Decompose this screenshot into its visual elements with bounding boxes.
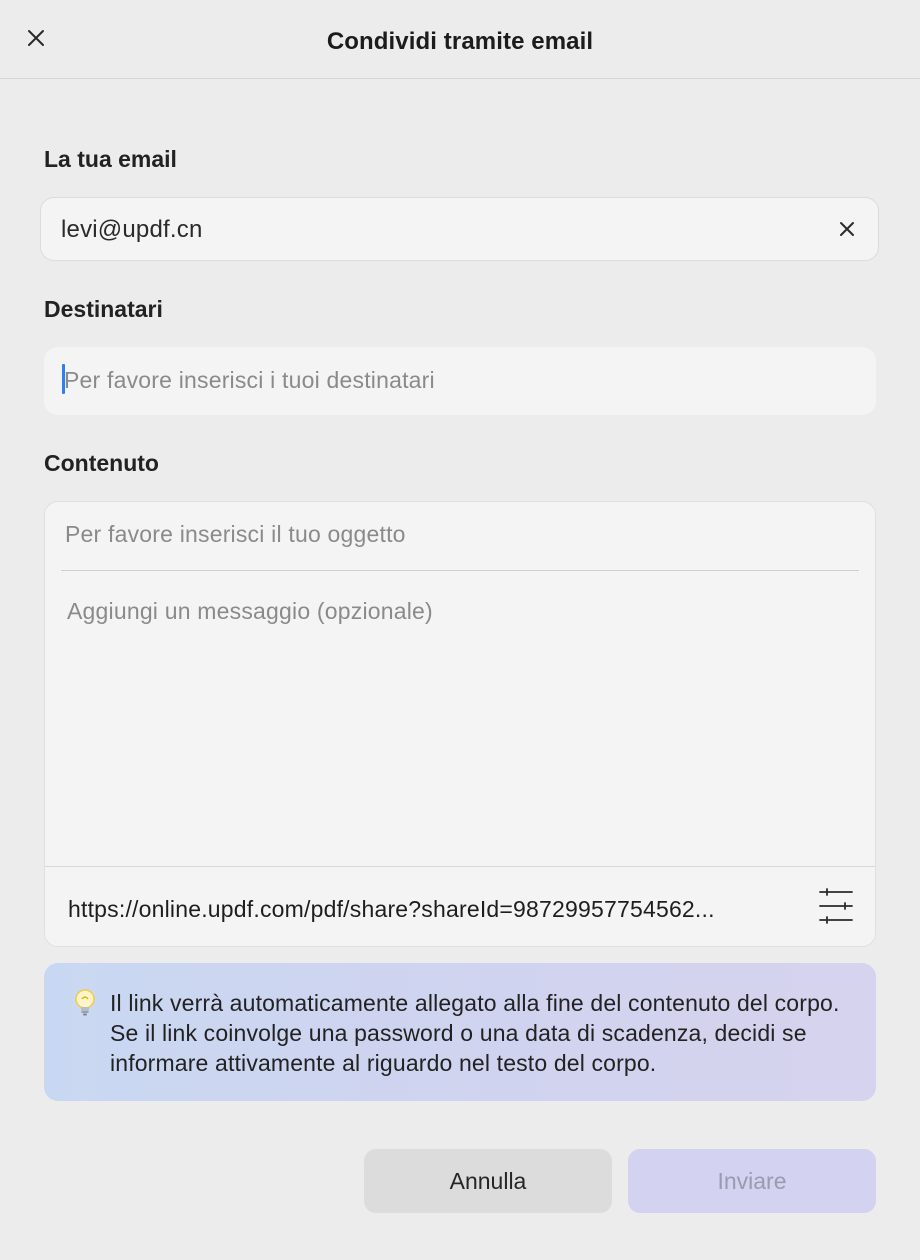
recipients-input[interactable]: Per favore inserisci i tuoi destinatari xyxy=(44,347,876,415)
share-email-dialog: Condividi tramite email La tua email lev… xyxy=(0,0,920,1260)
dialog-title: Condividi tramite email xyxy=(326,28,594,55)
subject-divider xyxy=(61,570,859,571)
recipients-placeholder: Per favore inserisci i tuoi destinatari xyxy=(64,367,435,393)
clear-email-button[interactable] xyxy=(834,216,860,242)
sliders-icon xyxy=(819,888,853,924)
content-box: Per favore inserisci il tuo oggetto Aggi… xyxy=(44,501,876,947)
dialog-header: Condividi tramite email xyxy=(0,0,920,79)
message-input[interactable]: Aggiungi un messaggio (opzionale) xyxy=(67,598,433,625)
content-label: Contenuto xyxy=(44,450,159,476)
recipients-label: Destinatari xyxy=(44,296,163,322)
clear-icon xyxy=(840,222,854,236)
link-divider xyxy=(45,866,875,867)
send-button[interactable]: Inviare xyxy=(628,1149,876,1213)
subject-input[interactable]: Per favore inserisci il tuo oggetto xyxy=(65,521,406,548)
info-text: Il link verrà automaticamente allegato a… xyxy=(110,990,840,1076)
lightbulb-icon xyxy=(75,989,95,1016)
info-notice: Il link verrà automaticamente allegato a… xyxy=(44,963,876,1101)
share-link: https://online.updf.com/pdf/share?shareI… xyxy=(68,896,715,922)
cancel-button[interactable]: Annulla xyxy=(364,1149,612,1213)
email-field[interactable]: levi@updf.cn xyxy=(40,197,879,261)
link-settings-button[interactable] xyxy=(819,888,853,924)
email-value[interactable]: levi@updf.cn xyxy=(61,216,203,244)
email-label: La tua email xyxy=(44,146,177,172)
